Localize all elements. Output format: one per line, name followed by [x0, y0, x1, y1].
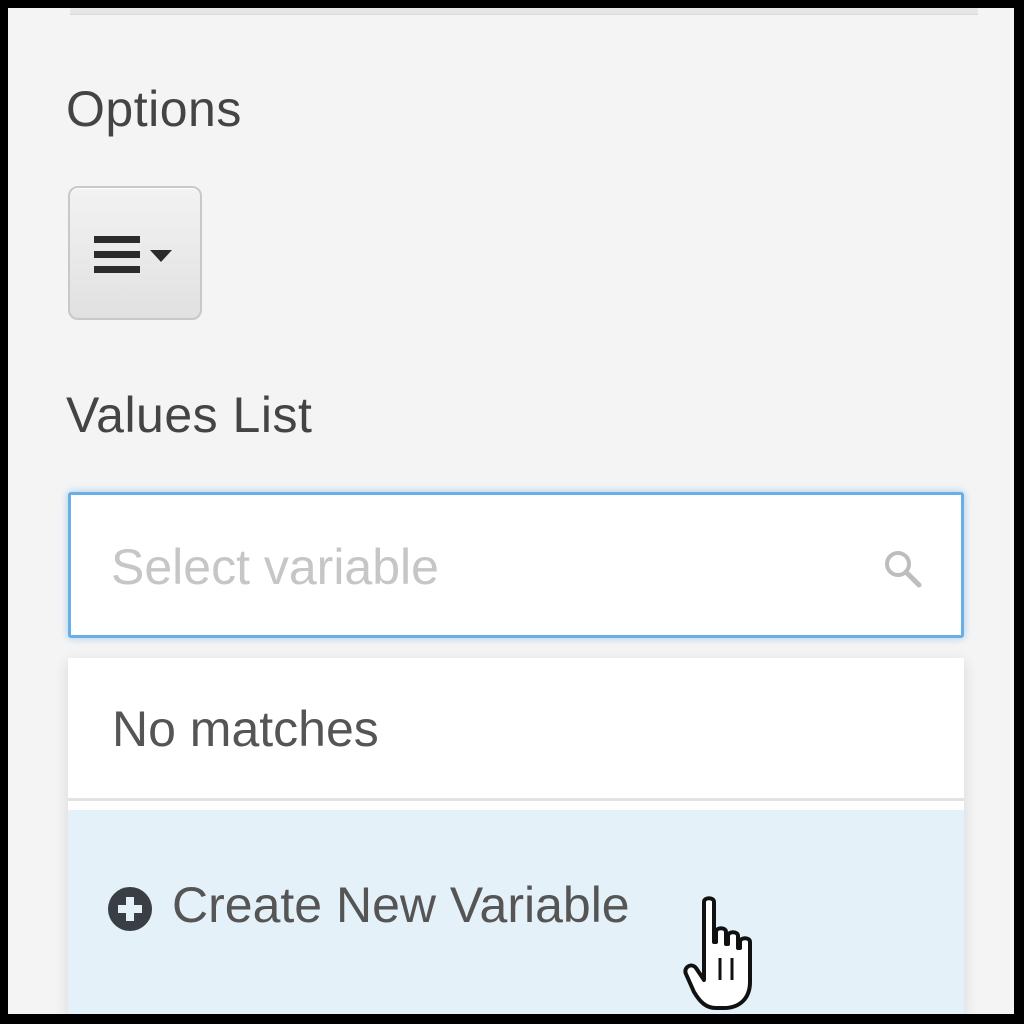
caret-down-icon — [150, 250, 172, 262]
properties-panel: Options Values List No matches Create Ne… — [8, 8, 1014, 1014]
divider — [70, 8, 978, 15]
variable-select[interactable] — [68, 492, 964, 638]
no-matches-text: No matches — [112, 701, 379, 757]
values-list-label: Values List — [66, 387, 313, 443]
create-new-variable-label: Create New Variable — [172, 877, 630, 933]
options-menu-button[interactable] — [68, 186, 202, 320]
variable-search-input[interactable] — [111, 527, 851, 607]
search-icon — [885, 551, 922, 588]
options-label: Options — [66, 81, 242, 137]
no-matches-item: No matches — [68, 658, 964, 801]
variable-dropdown: No matches Create New Variable — [68, 658, 964, 1014]
list-icon — [94, 236, 140, 274]
hand-pointer-icon — [683, 896, 752, 1010]
create-new-variable-option[interactable]: Create New Variable — [68, 810, 964, 1014]
plus-circle-icon — [108, 887, 152, 931]
